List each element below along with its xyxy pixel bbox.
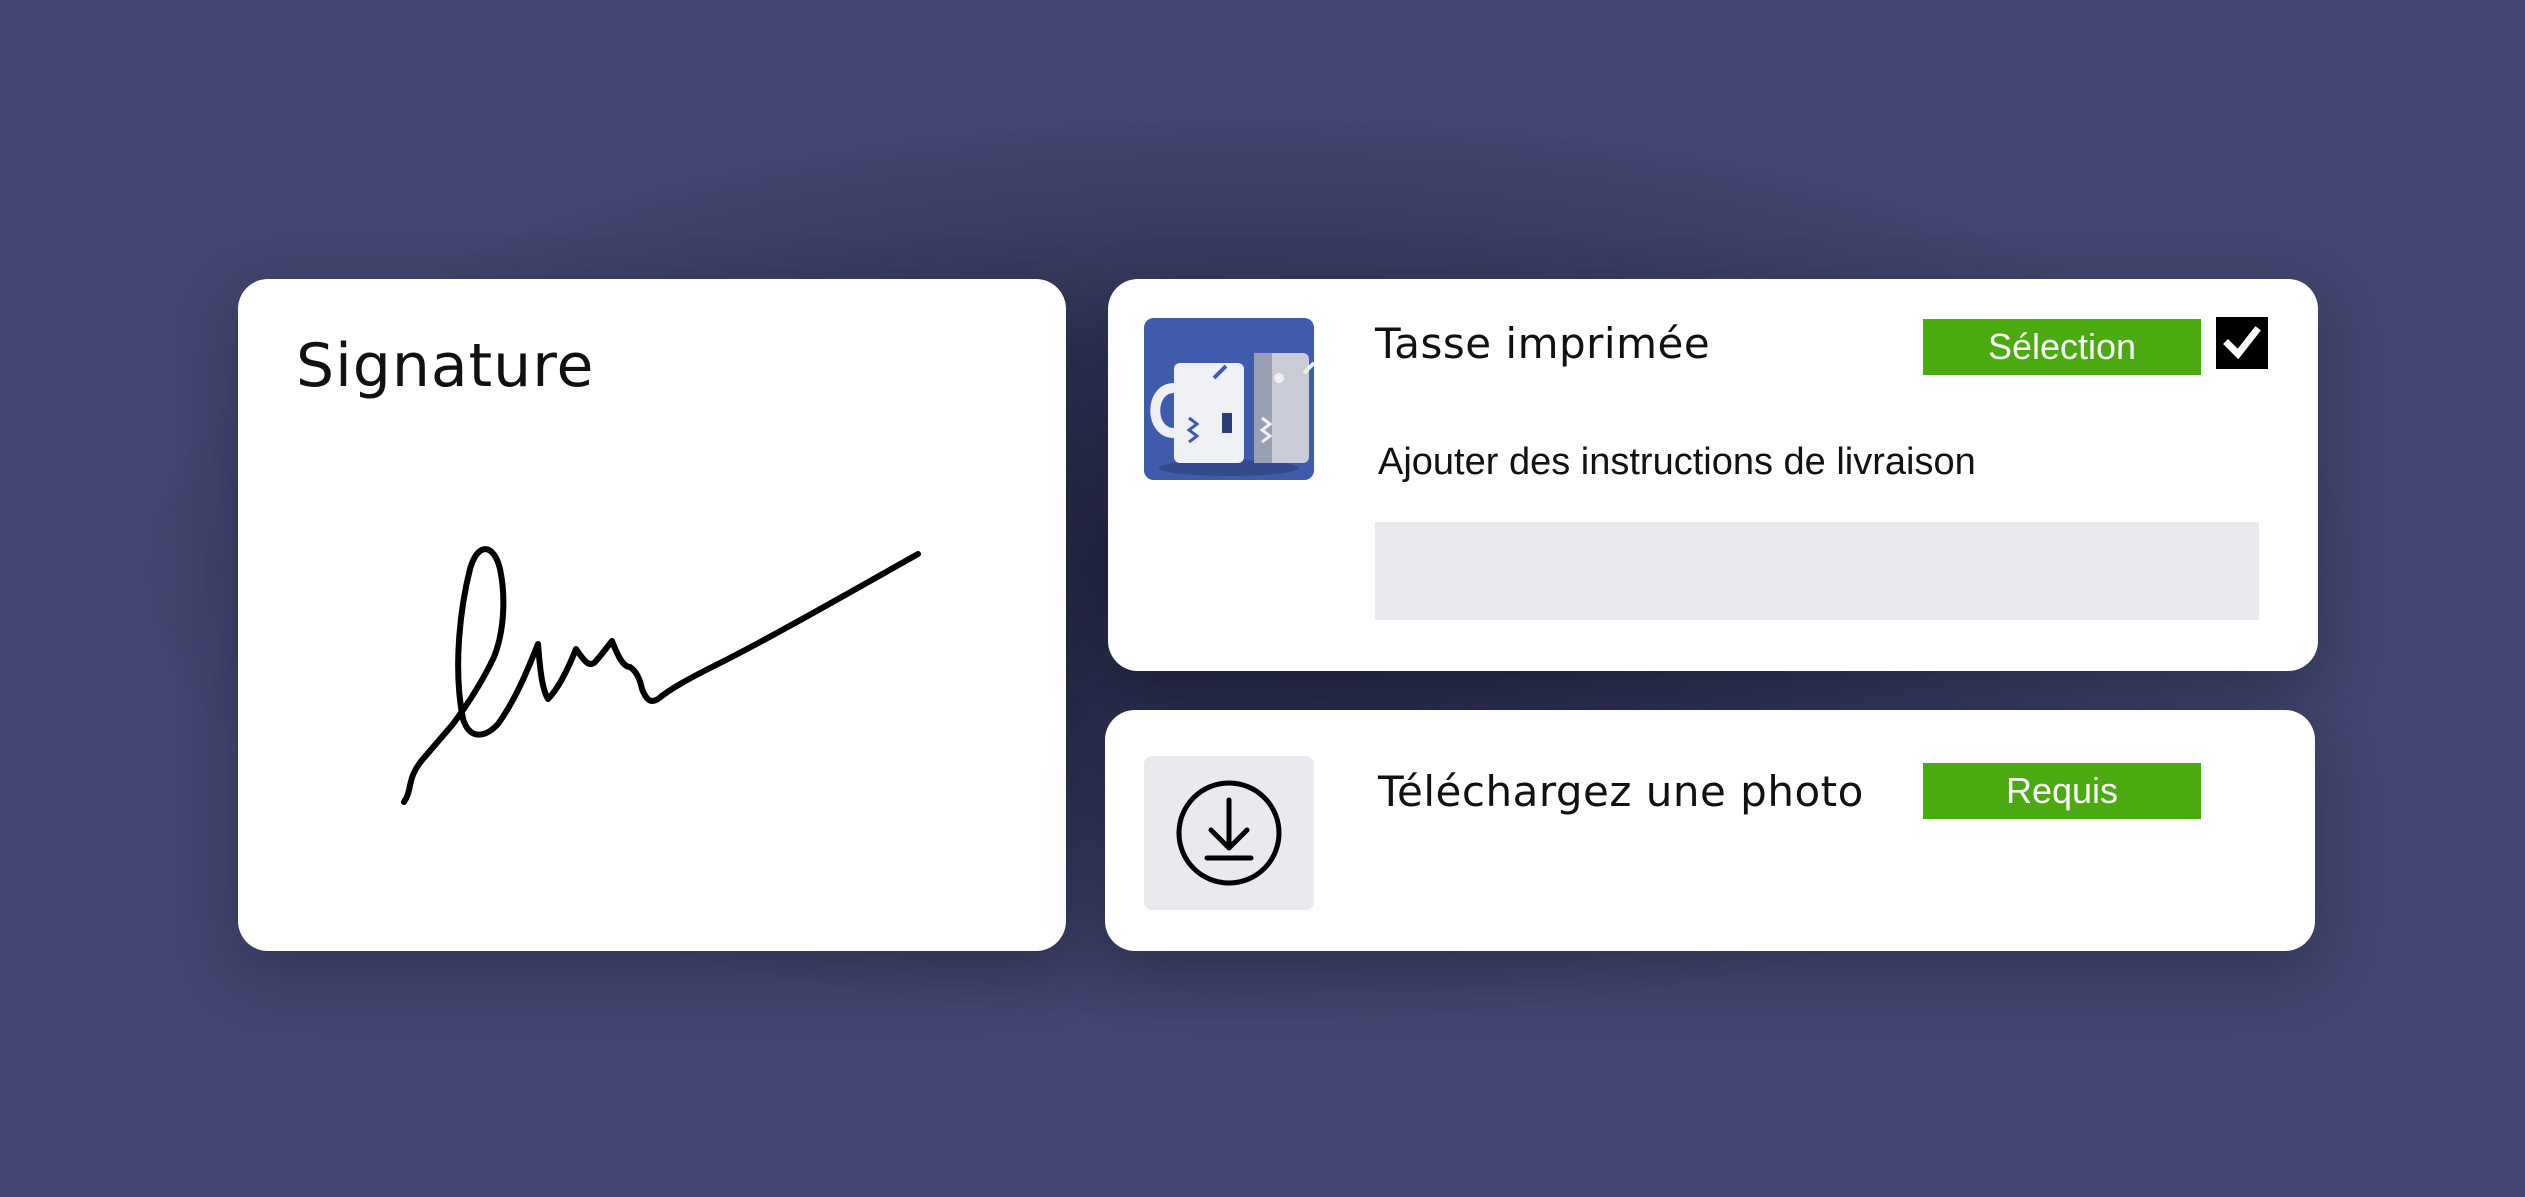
required-badge: Requis [1923, 763, 2201, 819]
selection-badge[interactable]: Sélection [1923, 319, 2201, 375]
product-name: Tasse imprimée [1375, 319, 1711, 368]
signature-drawing[interactable] [388, 509, 988, 909]
delivery-instructions-label: Ajouter des instructions de livraison [1378, 441, 1976, 483]
delivery-instructions-input[interactable] [1375, 522, 2259, 620]
signature-title: Signature [296, 331, 595, 401]
signature-card: Signature [238, 279, 1066, 951]
download-circle-icon [1176, 780, 1282, 886]
product-card: Tasse imprimée Sélection Ajouter des ins… [1108, 279, 2318, 671]
checkmark-icon [2223, 326, 2261, 360]
mug-thumbnail [1144, 318, 1314, 480]
upload-card: Téléchargez une photo Requis [1105, 710, 2315, 951]
upload-photo-label: Téléchargez une photo [1378, 767, 1864, 816]
upload-photo-button[interactable] [1144, 756, 1314, 910]
select-checkbox[interactable] [2216, 317, 2268, 369]
